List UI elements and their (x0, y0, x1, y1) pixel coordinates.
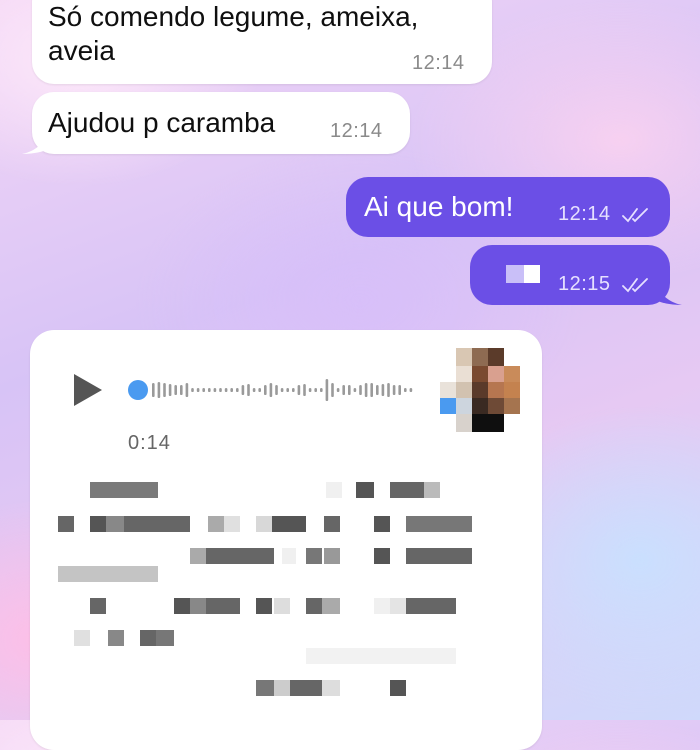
redacted-block (506, 265, 524, 283)
bubble-tail (658, 287, 682, 305)
message-text-line-2: aveia (48, 35, 115, 66)
transcript-redacted (30, 330, 542, 750)
message-text: Ai que bom! (364, 191, 514, 222)
read-double-check-icon (621, 277, 648, 293)
incoming-message-2[interactable]: Ajudou p caramba 12:14 (22, 92, 410, 154)
outgoing-message-1[interactable]: Ai que bom! 12:14 (346, 177, 670, 237)
message-text-line-1: Só comendo legume, ameixa, (48, 1, 419, 32)
bubble-tail (22, 136, 46, 154)
incoming-message-1[interactable]: Só comendo legume, ameixa, aveia 12:14 (32, 0, 492, 84)
voice-message[interactable]: 0:14 (30, 330, 542, 750)
message-text: Ajudou p caramba (48, 107, 276, 138)
message-time: 12:14 (330, 120, 383, 142)
message-text: Só comendo legume, ameixa, aveia (48, 0, 418, 68)
message-time: 12:14 (558, 203, 651, 226)
message-time-text: 12:14 (558, 203, 611, 225)
message-time-text: 12:15 (558, 273, 611, 295)
message-time: 12:14 (412, 52, 465, 74)
read-double-check-icon (621, 207, 648, 223)
redacted-block (524, 265, 540, 283)
message-time: 12:15 (558, 273, 651, 296)
outgoing-message-2[interactable]: 12:15 (470, 245, 682, 305)
